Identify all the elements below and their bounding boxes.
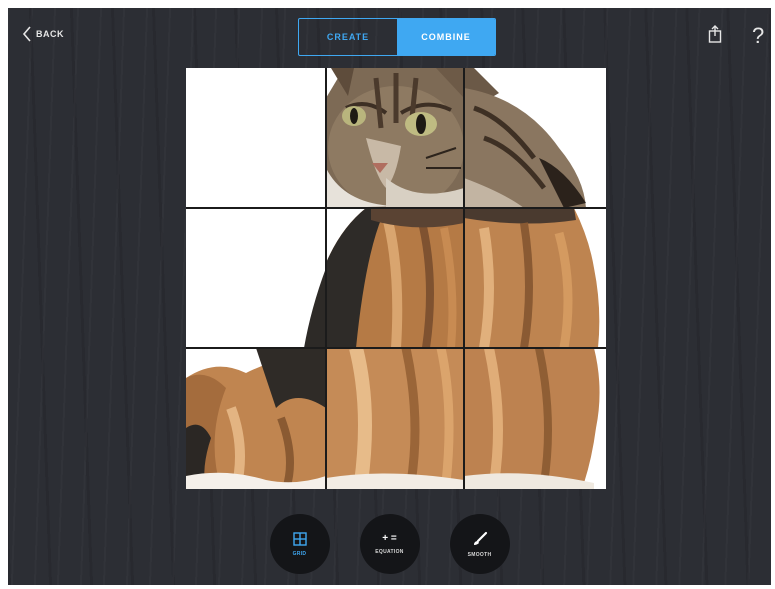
grid-tile[interactable] bbox=[464, 348, 606, 489]
create-tab[interactable]: CREATE bbox=[299, 19, 397, 55]
grid-line-horizontal bbox=[186, 207, 606, 209]
grid-tile[interactable] bbox=[326, 208, 464, 348]
equation-icon: + = bbox=[382, 532, 397, 544]
grid-tool-button[interactable]: GRID bbox=[269, 514, 330, 574]
share-button[interactable] bbox=[708, 25, 722, 48]
grid-tile[interactable] bbox=[186, 348, 326, 489]
dog-side-image bbox=[464, 348, 600, 489]
cat-ear-cheek-image bbox=[464, 68, 586, 208]
bottom-toolbar: GRID + = EQUATION SMOOTH bbox=[8, 514, 771, 574]
chevron-left-icon bbox=[22, 26, 31, 42]
smooth-tool-label: SMOOTH bbox=[467, 551, 492, 558]
brush-icon bbox=[473, 531, 487, 545]
app-frame: BACK CREATE COMBINE ? GRID + = EQUATION … bbox=[8, 8, 771, 585]
grid-tile[interactable] bbox=[326, 348, 464, 489]
grid-line-vertical bbox=[463, 68, 465, 489]
dog-legs-image bbox=[186, 348, 326, 489]
help-button[interactable]: ? bbox=[752, 23, 764, 49]
grid-icon bbox=[292, 531, 307, 546]
grid-tile[interactable] bbox=[326, 68, 464, 208]
dog-body-image bbox=[326, 208, 464, 348]
grid-line-horizontal bbox=[186, 347, 606, 349]
dog-chest-image bbox=[464, 208, 606, 348]
grid-tool-label: GRID bbox=[292, 550, 307, 557]
dog-shadow-image bbox=[304, 268, 326, 348]
grid-tile[interactable] bbox=[186, 68, 326, 208]
back-label: BACK bbox=[36, 29, 64, 39]
image-canvas bbox=[186, 68, 606, 489]
grid-line-vertical bbox=[325, 68, 327, 489]
mode-segmented-control: CREATE COMBINE bbox=[298, 18, 496, 56]
dog-chest-lower-image bbox=[326, 348, 464, 489]
equation-tool-button[interactable]: + = EQUATION bbox=[359, 514, 420, 574]
cat-face-image bbox=[326, 68, 464, 208]
equation-tool-label: EQUATION bbox=[375, 548, 404, 555]
smooth-tool-button[interactable]: SMOOTH bbox=[449, 514, 510, 574]
grid-tile[interactable] bbox=[186, 208, 326, 348]
grid-tile[interactable] bbox=[464, 208, 606, 348]
grid-tile[interactable] bbox=[464, 68, 606, 208]
back-button[interactable]: BACK bbox=[22, 26, 64, 42]
share-icon bbox=[708, 25, 722, 43]
combine-tab[interactable]: COMBINE bbox=[397, 19, 495, 55]
